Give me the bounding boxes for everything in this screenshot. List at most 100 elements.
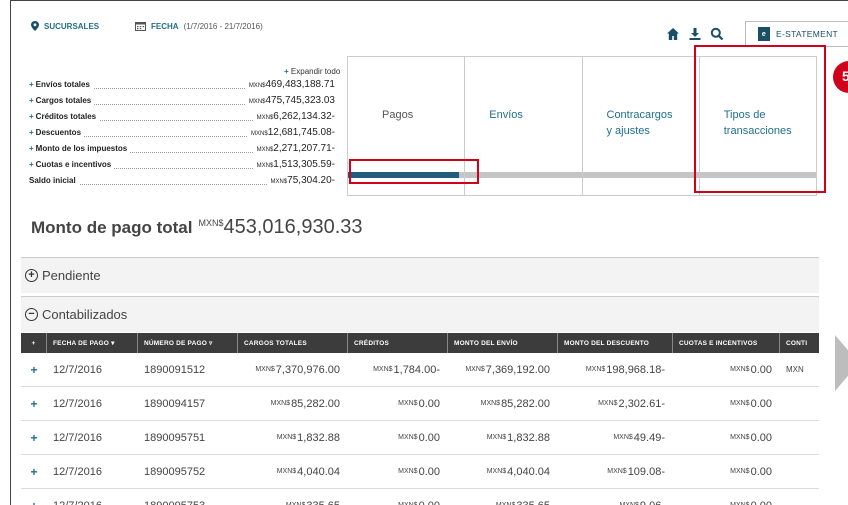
scroll-right-arrow-icon[interactable] [835,335,848,391]
summary-value: 469,483,188.71 [265,79,335,90]
tab-contracargos[interactable]: Contracargos y ajustes [582,57,700,195]
expand-all-link[interactable]: + Expandir todo [284,67,340,76]
calendar-icon [135,22,146,31]
section-pendiente[interactable]: + Pendiente [21,257,819,293]
cell-cargos: MXN$335.65 [238,489,348,505]
cell-envio: MXN$ 7,369,192.00 [465,363,550,376]
cell-creditos: MXN$0.00 [398,465,440,478]
cell-descuento: MXN$ 109.08- [607,465,665,478]
tab-label: Pagos [382,109,414,121]
summary-row[interactable]: + Cuotas e incentivos MXN$1,513,305.59- [29,159,335,171]
cell-cuotas: MXN$0.00 [673,489,780,505]
cell-envio: MXN$ 85,282.00 [480,397,550,410]
expand-row-icon[interactable]: + [21,455,47,488]
summary-value: 12,681,745.08- [267,127,335,138]
cell-cuotas: MXN$0.00 [730,465,772,478]
document-icon: e [758,27,770,41]
header-cuotas-e-incentivos[interactable]: CUOTAS E INCENTIVOS [673,333,780,353]
currency-code: MXN$ [398,434,418,441]
tab-label: Contracargos [606,109,673,121]
header-numero-de-pago[interactable]: NÚMERO DE PAGO ▿ [138,333,238,353]
cell-fecha: 12/7/2016 [53,431,102,444]
currency-code: MXN$ [398,468,418,475]
payments-table: + FECHA DE PAGO ▾ NÚMERO DE PAGO ▿ CARGO… [21,333,819,505]
summary-row[interactable]: + Monto de los impuestos MXN$2,271,207.71- [29,143,335,155]
section-contabilizados[interactable]: − Contabilizados [21,296,819,332]
search-icon[interactable] [710,27,724,41]
e-statement-button[interactable]: e E-STATEMENT [745,21,848,47]
fecha-range: (1/7/2016 - 21/7/2016) [183,21,263,31]
expand-row-icon[interactable]: + [21,489,47,505]
cell-cuotas: MXN$0.00 [730,431,772,444]
cell-numero: 1890095752 [144,465,206,478]
expand-row-icon[interactable]: + [21,353,47,386]
currency-code: MXN$ [465,366,485,373]
download-icon[interactable] [688,27,702,41]
collapse-minus-icon: − [25,308,38,321]
currency-code: MXN$ [373,366,393,373]
sucursales-filter[interactable]: SUCURSALES [31,21,99,31]
total-value: 453,016,930.33 [223,216,363,238]
expand-row-icon[interactable]: + [21,387,47,420]
fecha-filter[interactable]: FECHA (1/7/2016 - 21/7/2016) [135,21,263,31]
summary-label: Monto de los impuestos [35,144,128,153]
summary-value: 6,262,134.32- [273,111,335,122]
currency-code: MXN$ [255,366,275,373]
cell-numero: 1890095751 [144,431,206,444]
summary-value: 1,513,305.59- [273,159,335,170]
total-currency: MXN$ [198,218,224,228]
summary-row[interactable]: + Créditos totales MXN$6,262,134.32- [29,111,335,123]
tab-label-line2: y ajustes [606,125,650,137]
section-label: Pendiente [42,268,101,283]
summary-row[interactable]: + Descuentos MXN$12,681,745.08- [29,127,335,139]
plus-icon: + [29,112,34,121]
total-label: Monto de pago total [31,218,193,237]
table-row[interactable]: +12/7/2016 1890095752 MXN$ 4,040.04 MXN$ 0.00… [21,455,819,489]
currency-code: MXN$ [270,179,288,185]
cell-extra [780,455,819,488]
expand-plus-icon: + [25,269,38,282]
header-monto-del-envio[interactable]: MONTO DEL ENVÍO [448,333,558,353]
header-continued[interactable]: CONTI [780,333,819,353]
summary-value: 2,271,207.71- [273,143,335,154]
summary-row[interactable]: + Envíos totales MXN$469,483,188.71 [29,79,335,91]
app-frame: SUCURSALES FECHA (1/7/2016 - 21/7/2016) … [10,0,848,505]
location-pin-icon [31,21,39,31]
cell-fecha: 12/7/2016 [53,397,102,410]
header-cargos-totales[interactable]: CARGOS TOTALES [238,333,348,353]
header-expand[interactable]: + [21,333,47,353]
table-row[interactable]: +12/7/20161890095753MXN$335.65MXN$0.00MX… [21,489,819,505]
cell-descuento: MXN$ 198,968.18- [585,363,665,376]
cell-creditos: MXN$ 1,784.00- [373,363,440,376]
plus-icon: + [29,80,34,89]
currency-code: MXN$ [730,434,750,441]
cell-cuotas: MXN$0.00 [730,363,772,376]
cell-descuento: MXN$ 49.49- [613,431,665,444]
currency-code: MXN$ [585,366,606,373]
header-fecha-de-pago[interactable]: FECHA DE PAGO ▾ [47,333,138,353]
table-row[interactable]: +12/7/2016 1890095751 MXN$ 1,832.88 MXN$ 0.00… [21,421,819,455]
home-icon[interactable] [666,27,680,41]
cell-cargos: MXN$ 4,040.04 [276,465,340,478]
sort-caret-icon: ▿ [209,340,213,347]
cell-numero: 1890091512 [144,363,206,376]
tab-indicator [582,172,699,178]
currency-code: MXN$ [480,400,501,407]
table-row[interactable]: +12/7/2016 1890094157 MXN$ 85,282.00 MXN$ 0.0… [21,387,819,421]
highlight-pagos-indicator [349,159,479,184]
summary-row[interactable]: + Cargos totales MXN$475,745,323.03 [29,95,335,107]
tab-indicator [465,172,582,178]
tab-envios[interactable]: Envíos [465,57,583,195]
toolbar-icons [666,27,724,41]
top-bar: SUCURSALES FECHA (1/7/2016 - 21/7/2016) … [11,1,848,51]
expand-row-icon[interactable]: + [21,421,47,454]
plus-icon: + [29,160,34,169]
table-row[interactable]: +12/7/2016 1890091512 MXN$ 7,370,976.00 MXN$… [21,353,819,387]
cell-numero: 1890095753 [138,489,238,505]
currency-code: MXN$ [486,434,507,441]
header-creditos[interactable]: CRÉDITOS [348,333,448,353]
cell-creditos: MXN$0.00 [348,489,448,505]
header-monto-del-descuento[interactable]: MONTO DEL DESCUENTO [558,333,673,353]
summary-label: Descuentos [35,128,82,137]
currency-code: MXN$ [613,434,633,441]
